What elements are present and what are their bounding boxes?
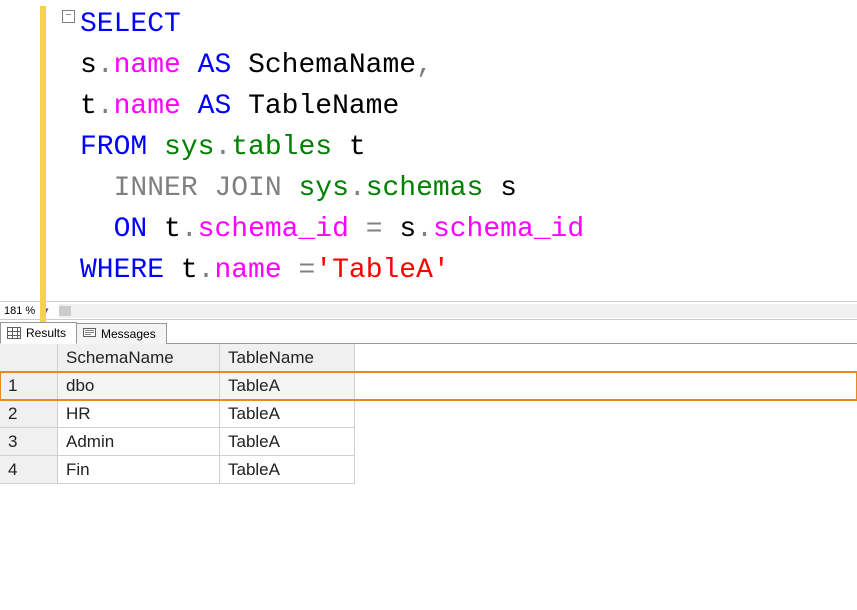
obj-sys: sys (164, 132, 214, 163)
label-tablename: TableName (248, 91, 399, 122)
kw-as: AS (181, 91, 248, 122)
tab-messages[interactable]: Messages (76, 323, 167, 344)
results-grid[interactable]: SchemaName TableName 1dboTableA2HRTableA… (0, 344, 857, 484)
column-header-schemaname[interactable]: SchemaName (58, 344, 220, 372)
space (198, 173, 215, 204)
kw-on: ON (114, 214, 164, 245)
string-literal: 'TableA' (315, 255, 449, 286)
member-name: name (114, 91, 181, 122)
scrollbar-thumb[interactable] (59, 306, 71, 316)
sql-editor[interactable]: − SELECT s.name AS SchemaName, t.name AS… (0, 0, 857, 302)
alias-s: s (80, 50, 97, 81)
table-row[interactable]: 1dboTableA (0, 372, 857, 400)
alias-t: t (332, 132, 366, 163)
table-row[interactable]: 2HRTableA (0, 400, 857, 428)
row-number[interactable]: 4 (0, 456, 58, 484)
label-schemaname: SchemaName (248, 50, 416, 81)
kw-select: SELECT (80, 9, 181, 40)
zoom-value: 181 % (0, 305, 39, 317)
cell-schemaname[interactable]: Fin (58, 456, 220, 484)
member-tables: tables (231, 132, 332, 163)
member-schemaid: schema_id (433, 214, 584, 245)
cell-schemaname[interactable]: dbo (58, 372, 220, 400)
cell-tablename[interactable]: TableA (220, 400, 355, 428)
dot: . (181, 214, 198, 245)
sql-code[interactable]: SELECT s.name AS SchemaName, t.name AS T… (50, 0, 584, 301)
kw-where: WHERE (80, 255, 181, 286)
messages-icon (83, 328, 96, 340)
member-name: name (114, 50, 181, 81)
obj-sys: sys (298, 173, 348, 204)
editor-gutter: − (0, 0, 50, 301)
dot: . (97, 91, 114, 122)
kw-join: JOIN (214, 173, 281, 204)
cell-tablename[interactable]: TableA (220, 456, 355, 484)
cell-tablename[interactable]: TableA (220, 372, 355, 400)
row-number[interactable]: 1 (0, 372, 58, 400)
table-row[interactable]: 4FinTableA (0, 456, 857, 484)
dot: . (198, 255, 215, 286)
alias-t: t (164, 214, 181, 245)
alias-t: t (80, 91, 97, 122)
member-name: name (214, 255, 281, 286)
member-schemas: schemas (366, 173, 484, 204)
zoom-bar: 181 % ▼ (0, 302, 857, 320)
grid-header-row: SchemaName TableName (0, 344, 857, 372)
alias-s: s (483, 173, 517, 204)
cell-schemaname[interactable]: Admin (58, 428, 220, 456)
kw-from: FROM (80, 132, 164, 163)
table-row[interactable]: 3AdminTableA (0, 428, 857, 456)
row-number[interactable]: 3 (0, 428, 58, 456)
alias-s: s (399, 214, 416, 245)
grid-icon (7, 327, 21, 339)
row-header-corner[interactable] (0, 344, 58, 372)
dot: . (97, 50, 114, 81)
op-equals: = (349, 214, 399, 245)
dot: . (214, 132, 231, 163)
cell-tablename[interactable]: TableA (220, 428, 355, 456)
dot: . (349, 173, 366, 204)
op-equals: = (282, 255, 316, 286)
alias-t: t (181, 255, 198, 286)
tab-results[interactable]: Results (0, 322, 77, 344)
comma: , (416, 50, 433, 81)
tab-results-label: Results (26, 326, 66, 340)
row-number[interactable]: 2 (0, 400, 58, 428)
kw-inner: INNER (114, 173, 198, 204)
cell-schemaname[interactable]: HR (58, 400, 220, 428)
collapse-toggle[interactable]: − (62, 10, 75, 23)
column-header-tablename[interactable]: TableName (220, 344, 355, 372)
space (282, 173, 299, 204)
change-indicator-bar (40, 6, 46, 334)
tab-messages-label: Messages (101, 327, 156, 341)
dot: . (416, 214, 433, 245)
results-tabs: Results Messages (0, 320, 857, 344)
member-schemaid: schema_id (198, 214, 349, 245)
horizontal-scrollbar[interactable] (59, 304, 857, 318)
kw-as: AS (181, 50, 248, 81)
